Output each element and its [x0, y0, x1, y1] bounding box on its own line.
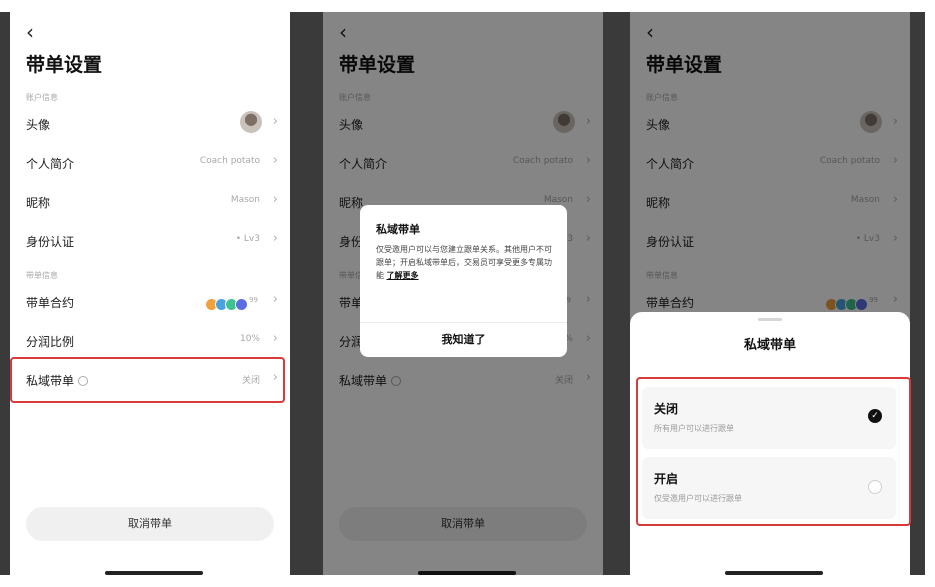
row-label: 身份认证	[26, 235, 75, 249]
right-bezel	[910, 12, 925, 575]
info-dialog: 私域带单 仅受邀用户可以与您建立跟单关系。其他用户不可跟单；开启私域带单后，交易…	[360, 205, 567, 357]
back-icon[interactable]: ‹	[26, 20, 34, 44]
row-value: 10%	[239, 334, 260, 344]
chevron-right-icon: ›	[272, 192, 278, 207]
row-label: 带单合约	[26, 296, 75, 310]
row-value: Coach potato	[199, 156, 260, 166]
row-bio[interactable]: 个人简介 Coach potato ›	[26, 145, 282, 181]
row-identity[interactable]: 身份认证 • Lv3 ›	[26, 223, 282, 259]
row-value: • Lv3	[235, 234, 260, 244]
highlight-private-row	[10, 357, 285, 403]
row-label: 头像	[26, 118, 51, 132]
row-label: 昵称	[26, 196, 51, 210]
home-indicator	[105, 571, 203, 575]
chevron-right-icon: ›	[272, 114, 278, 129]
highlight-sheet-options	[636, 377, 911, 526]
avatar	[240, 111, 262, 133]
dialog-title: 私域带单	[376, 223, 420, 236]
left-bezel	[0, 12, 10, 575]
sheet-grab-handle[interactable]	[758, 318, 782, 321]
divider-bezel	[290, 12, 324, 575]
coin-more-count: 99	[249, 296, 258, 304]
row-value: Mason	[230, 195, 260, 205]
coin-icon	[235, 298, 249, 311]
chevron-right-icon: ›	[272, 292, 278, 307]
cancel-lead-button[interactable]: 取消带单	[26, 507, 274, 541]
row-label: 个人简介	[26, 157, 75, 171]
chevron-right-icon: ›	[272, 153, 278, 168]
phone-screen-dialog: ‹ 带单设置 账户信息 头像 › 个人简介 Coach potato › 昵称 …	[323, 12, 603, 575]
dialog-confirm-button[interactable]: 我知道了	[360, 323, 567, 357]
home-indicator	[725, 571, 823, 575]
dialog-body: 仅受邀用户可以与您建立跟单关系。其他用户不可跟单；开启私域带单后，交易员可享受更…	[376, 243, 556, 282]
section-lead-info: 带单信息	[26, 271, 58, 280]
page-title: 带单设置	[26, 54, 103, 76]
row-nickname[interactable]: 昵称 Mason ›	[26, 184, 282, 220]
phone-screen-settings: ‹ 带单设置 账户信息 头像 › 个人简介 Coach potato › 昵称 …	[10, 12, 290, 575]
row-avatar[interactable]: 头像 ›	[26, 106, 282, 142]
chevron-right-icon: ›	[272, 331, 278, 346]
section-account-info: 账户信息	[26, 93, 58, 102]
coin-icons: 99	[205, 296, 258, 311]
learn-more-link[interactable]: 了解更多	[387, 271, 419, 280]
row-ratio[interactable]: 分润比例 10% ›	[26, 323, 282, 359]
sheet-title: 私域带单	[743, 338, 796, 353]
chevron-right-icon: ›	[272, 231, 278, 246]
row-contract[interactable]: 带单合约 99 ›	[26, 284, 282, 320]
row-label: 分润比例	[26, 335, 75, 349]
